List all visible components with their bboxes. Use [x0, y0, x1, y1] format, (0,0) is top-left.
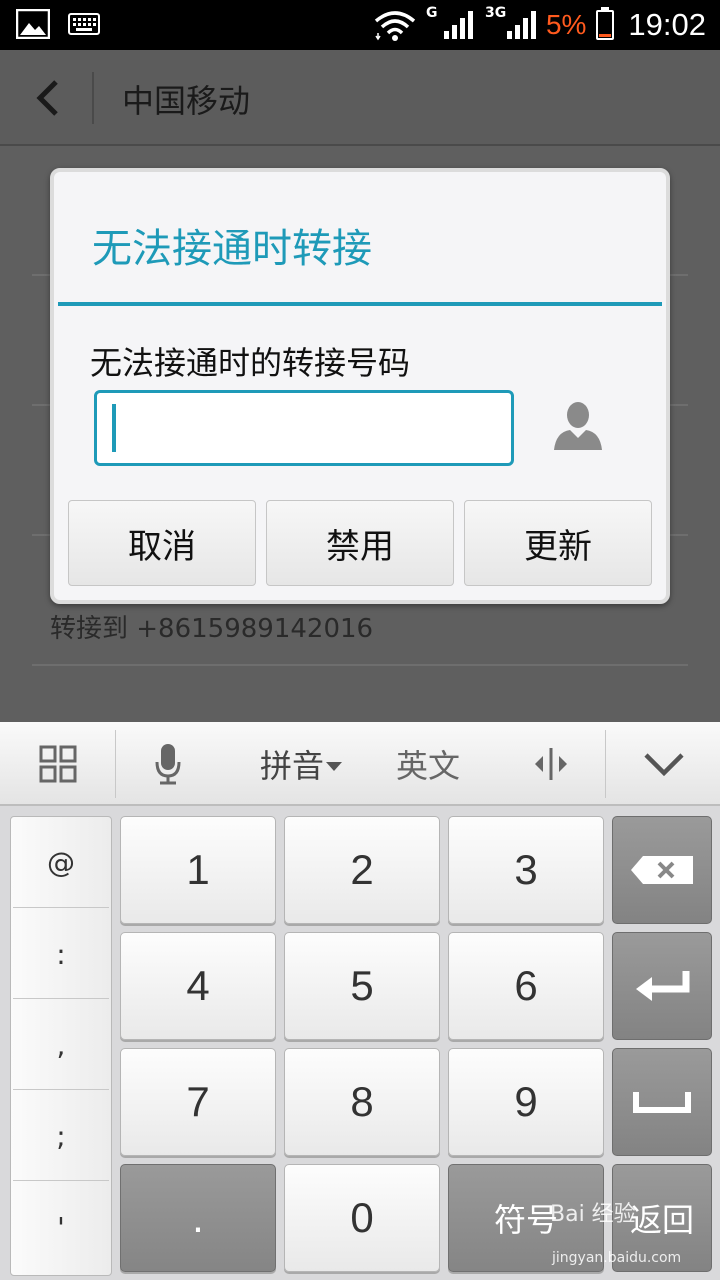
status-bar: G 3G 5% 19:02	[0, 0, 720, 50]
backspace-icon	[631, 856, 693, 884]
cancel-button[interactable]: 取消	[68, 500, 256, 586]
forward-number-text: 转接到 +8615989142016	[50, 614, 374, 644]
dialog-title: 无法接通时转接	[92, 226, 372, 272]
symbol-divider	[13, 907, 109, 908]
key-5[interactable]: 5	[284, 932, 440, 1040]
chevron-down-icon	[644, 753, 684, 777]
network-type-3g: 3G	[484, 5, 507, 21]
english-mode-button[interactable]: 英文	[380, 722, 476, 806]
wifi-icon	[374, 11, 416, 41]
signal-icon: G	[426, 5, 473, 39]
cursor-move-button[interactable]	[520, 722, 582, 806]
action-bar: 中国移动	[0, 50, 720, 146]
symbol-divider	[13, 1180, 109, 1181]
watermark-logo: Bai 经验	[550, 1202, 636, 1227]
symbol-key[interactable]: :	[11, 909, 111, 999]
key-0[interactable]: 0	[284, 1164, 440, 1272]
key-3[interactable]: 3	[448, 816, 604, 924]
cursor-move-icon	[535, 748, 567, 780]
contact-picker-icon[interactable]	[552, 400, 604, 452]
toolbar-divider	[605, 730, 606, 798]
symbol-key[interactable]: @	[11, 817, 111, 907]
symbol-column[interactable]: @ : , ; '	[10, 816, 112, 1276]
dialog-title-divider	[58, 302, 662, 306]
enter-icon	[636, 971, 690, 1001]
key-7[interactable]: 7	[120, 1048, 276, 1156]
pinyin-label: 拼音	[259, 747, 324, 785]
symbol-key[interactable]: ;	[11, 1091, 111, 1181]
grid-menu-button[interactable]	[20, 722, 96, 806]
dropdown-arrow-icon	[326, 762, 342, 771]
network-type-g: G	[425, 5, 438, 21]
backspace-key[interactable]	[612, 816, 712, 924]
keyboard-icon	[68, 13, 100, 35]
symbol-key[interactable]: '	[11, 1182, 111, 1272]
back-arrow-icon[interactable]	[30, 78, 70, 118]
enter-key[interactable]	[612, 932, 712, 1040]
battery-percent: 5%	[545, 9, 587, 40]
key-9[interactable]: 9	[448, 1048, 604, 1156]
toolbar-divider	[115, 730, 116, 798]
english-label: 英文	[395, 747, 460, 785]
voice-input-button[interactable]	[140, 722, 196, 806]
key-dot[interactable]: .	[120, 1164, 276, 1272]
forward-dialog: 无法接通时转接 无法接通时的转接号码 取消 禁用 更新	[50, 168, 670, 604]
key-6[interactable]: 6	[448, 932, 604, 1040]
action-bar-divider	[92, 72, 94, 124]
hide-keyboard-button[interactable]	[626, 722, 702, 806]
key-1[interactable]: 1	[120, 816, 276, 924]
space-key[interactable]	[612, 1048, 712, 1156]
page-title: 中国移动	[122, 82, 251, 120]
key-2[interactable]: 2	[284, 816, 440, 924]
pinyin-mode-button[interactable]: 拼音	[246, 722, 356, 806]
battery-icon	[596, 7, 615, 40]
microphone-icon	[155, 744, 181, 785]
symbol-key[interactable]: ,	[11, 1000, 111, 1090]
text-cursor	[112, 404, 116, 452]
key-8[interactable]: 8	[284, 1048, 440, 1156]
forward-number-input[interactable]	[94, 390, 514, 466]
disable-button[interactable]: 禁用	[266, 500, 454, 586]
key-4[interactable]: 4	[120, 932, 276, 1040]
space-icon	[633, 1092, 691, 1113]
symbol-divider	[13, 998, 109, 999]
forward-number-label: 无法接通时的转接号码	[90, 344, 411, 382]
gallery-icon	[16, 9, 50, 39]
grid-icon	[39, 745, 77, 783]
symbol-divider	[13, 1089, 109, 1090]
list-divider	[32, 664, 688, 666]
update-button[interactable]: 更新	[464, 500, 652, 586]
keyboard-toolbar: 拼音 英文	[0, 722, 720, 806]
signal-3g-icon: 3G	[485, 5, 536, 39]
clock: 19:02	[628, 7, 706, 42]
watermark-url: jingyan.baidu.com	[552, 1250, 682, 1266]
